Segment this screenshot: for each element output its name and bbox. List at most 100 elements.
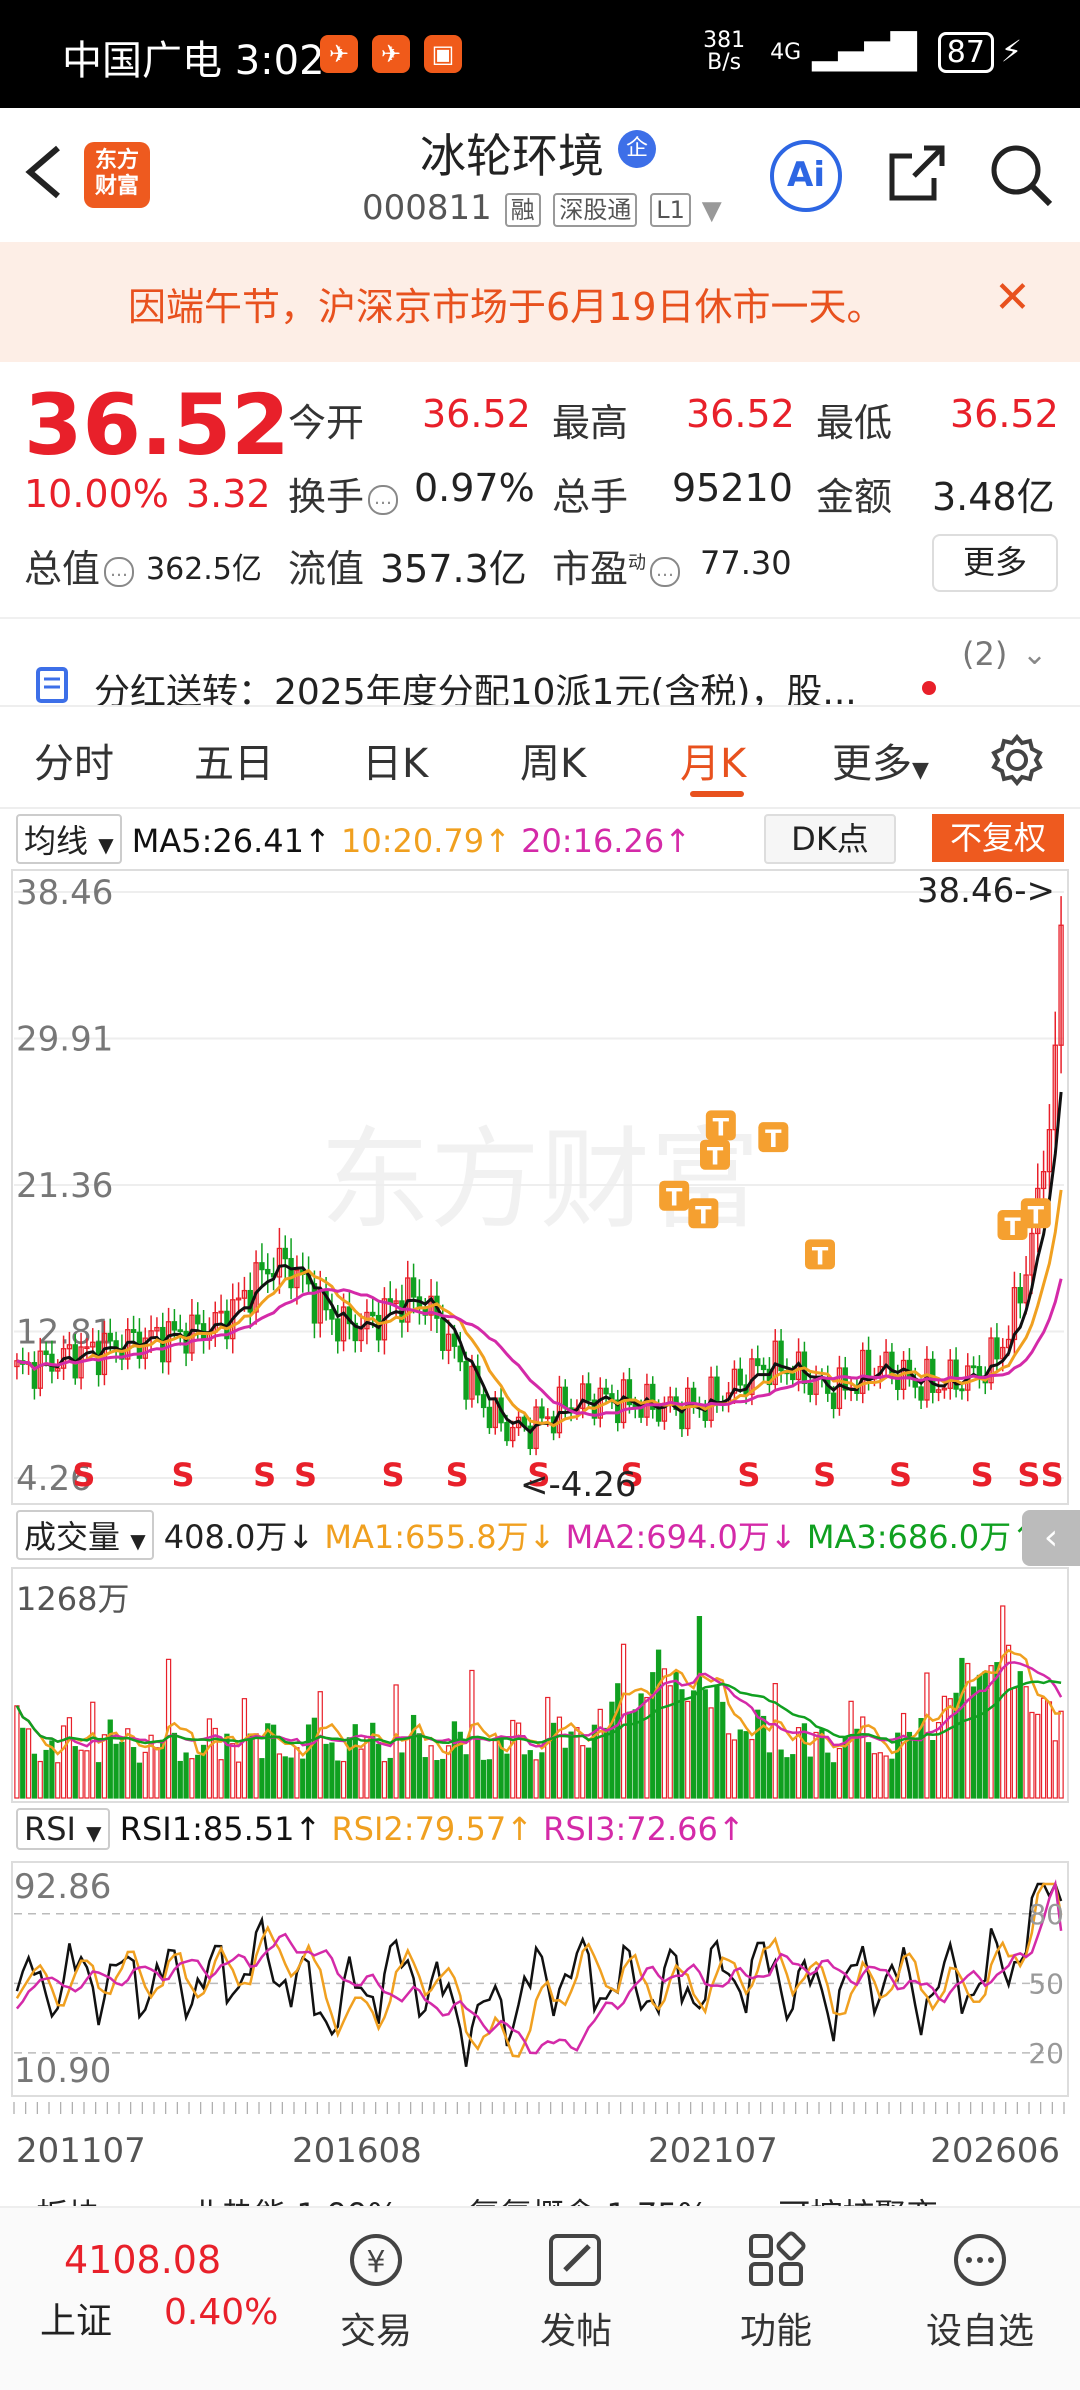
volume-bar [760, 1715, 767, 1799]
volume-bar [78, 1749, 84, 1799]
volume-bar [1011, 1687, 1018, 1799]
bottom-bar: 4108.08 上证 0.40% ¥ 交易 发帖 功能 设自选 [0, 2206, 1080, 2390]
volume-bar [597, 1708, 603, 1799]
time-axis-labels: 201107 201608 202107 202606 [16, 2131, 1060, 2171]
tab-five-day[interactable]: 五日 [194, 731, 274, 789]
volume-bar [25, 1728, 32, 1799]
kline-y-tick: 29.91 [16, 1020, 113, 1060]
index-value[interactable]: 4108.08 [64, 2238, 221, 2282]
volume-bar [247, 1733, 253, 1799]
info-icon[interactable]: … [650, 556, 681, 587]
nav-add-watchlist[interactable]: 设自选 [900, 2230, 1060, 2354]
volume-bar [749, 1738, 755, 1799]
signal-label: 4G [770, 39, 802, 65]
rsi-line-1 [15, 1880, 1063, 2067]
chevron-down-icon[interactable]: ⌄ [1022, 637, 1047, 672]
back-icon[interactable] [20, 142, 70, 202]
dividend-row[interactable]: 分红送转：2025年度分配10派1元(含税)，股... (2) ⌄ [0, 617, 1080, 713]
t-signal-label: T [666, 1184, 683, 1212]
volume-bar [288, 1757, 294, 1799]
volume-chart[interactable]: 1268万 [0, 1566, 1080, 1806]
volume-bar [37, 1760, 43, 1799]
share-icon[interactable] [884, 142, 948, 206]
volume-bar [585, 1747, 592, 1799]
volume-bar [545, 1696, 551, 1799]
chevron-down-icon[interactable]: ▼ [702, 196, 722, 226]
rsi-chart[interactable]: 80 50 20 92.86 10.90 [0, 1860, 1080, 2100]
sell-signal-marker: S [971, 1456, 994, 1494]
nav-post-label: 发帖 [539, 2311, 612, 2352]
enterprise-badge: 企 [618, 130, 656, 168]
active-tab-indicator [690, 791, 744, 797]
volume-bar [416, 1733, 423, 1799]
nav-post[interactable]: 发帖 [496, 2230, 656, 2354]
volume-bar [241, 1698, 248, 1799]
volume-bar [189, 1758, 195, 1799]
candle-body [265, 1268, 271, 1275]
volume-bar [1040, 1697, 1047, 1799]
sell-signal-marker: S [172, 1456, 195, 1494]
volume-ma2: MA2:694.0万↓ [565, 1518, 797, 1556]
candle-body [603, 1387, 609, 1395]
volume-current: 408.0万↓ [163, 1518, 315, 1556]
candle-body [335, 1318, 341, 1342]
indicator-selector[interactable]: 均线 ▼ [16, 814, 122, 864]
status-right-group: 381 B/s 4G ▂▄▆█ 87 ⚡ [703, 30, 1022, 74]
nav-trade[interactable]: ¥ 交易 [296, 2230, 456, 2354]
level-tag: L1 [650, 192, 691, 227]
edit-icon [549, 2234, 601, 2286]
no-adjust-button[interactable]: 不复权 [932, 814, 1064, 862]
tab-intraday[interactable]: 分时 [34, 731, 114, 789]
volume-bar [1035, 1713, 1041, 1799]
index-percent[interactable]: 0.40% [164, 2292, 278, 2333]
candle-body [43, 1350, 49, 1356]
tab-monthly-k[interactable]: 月K [680, 731, 746, 789]
volume-bar [527, 1750, 533, 1799]
volume-ma1: MA1:655.8万↓ [324, 1518, 556, 1556]
index-name[interactable]: 上证 [40, 2292, 112, 2344]
volume-bar [900, 1712, 907, 1799]
volume-bar [84, 1750, 90, 1799]
battery-icon: 87 [937, 31, 994, 73]
app-logo[interactable]: 东方 财富 [84, 142, 150, 208]
volume-bar [568, 1731, 574, 1799]
mktcap-label: 总值… [24, 538, 138, 593]
dk-point-button[interactable]: DK点 [764, 814, 896, 864]
volume-selector[interactable]: 成交量 ▼ [16, 1510, 154, 1560]
close-icon[interactable]: ✕ [994, 272, 1031, 323]
volume-bar [603, 1727, 609, 1799]
search-icon[interactable] [988, 142, 1054, 208]
volume-bar [1029, 1711, 1035, 1799]
sell-signal-marker: S [813, 1456, 836, 1494]
nav-functions[interactable]: 功能 [696, 2230, 856, 2354]
kline-chart[interactable]: 东方财富 38.4629.9121.3612.814.26 SSSSSSSSSS… [0, 868, 1080, 1508]
volume-bar [375, 1743, 382, 1799]
stock-header: 东方 财富 冰轮环境 企 000811 融 深股通 L1 ▼ Ai [0, 108, 1080, 244]
info-icon[interactable]: … [368, 484, 399, 515]
collapse-panel-button[interactable]: ‹ [1022, 1510, 1080, 1566]
candle-body [562, 1386, 568, 1409]
candle-body [539, 1406, 545, 1419]
volume-bar [615, 1683, 621, 1799]
info-icon[interactable]: … [104, 556, 135, 587]
tab-daily-k[interactable]: 日K [362, 731, 428, 789]
high-label: 最高 [552, 401, 629, 445]
gear-icon[interactable] [990, 733, 1044, 787]
candle-body [585, 1383, 592, 1401]
more-button[interactable]: 更多 [932, 534, 1058, 592]
volume-bar [976, 1674, 983, 1799]
rsi-selector[interactable]: RSI ▼ [16, 1808, 110, 1850]
volume-bar [655, 1649, 662, 1799]
kline-grid [14, 891, 1064, 1479]
candle-body [737, 1368, 743, 1386]
stock-code-row[interactable]: 000811 融 深股通 L1 ▼ [362, 188, 722, 228]
tab-more[interactable]: 更多▼ [832, 731, 929, 789]
candle-body [638, 1407, 644, 1418]
tab-weekly-k[interactable]: 周K [520, 731, 586, 789]
ma10-value: 10:20.79↑ [340, 822, 511, 860]
ai-button[interactable]: Ai [770, 140, 842, 212]
volume-bar [959, 1657, 965, 1799]
volume-bar [708, 1707, 714, 1799]
volume-label: 总手 [552, 475, 629, 519]
candle-body [1017, 1286, 1023, 1304]
